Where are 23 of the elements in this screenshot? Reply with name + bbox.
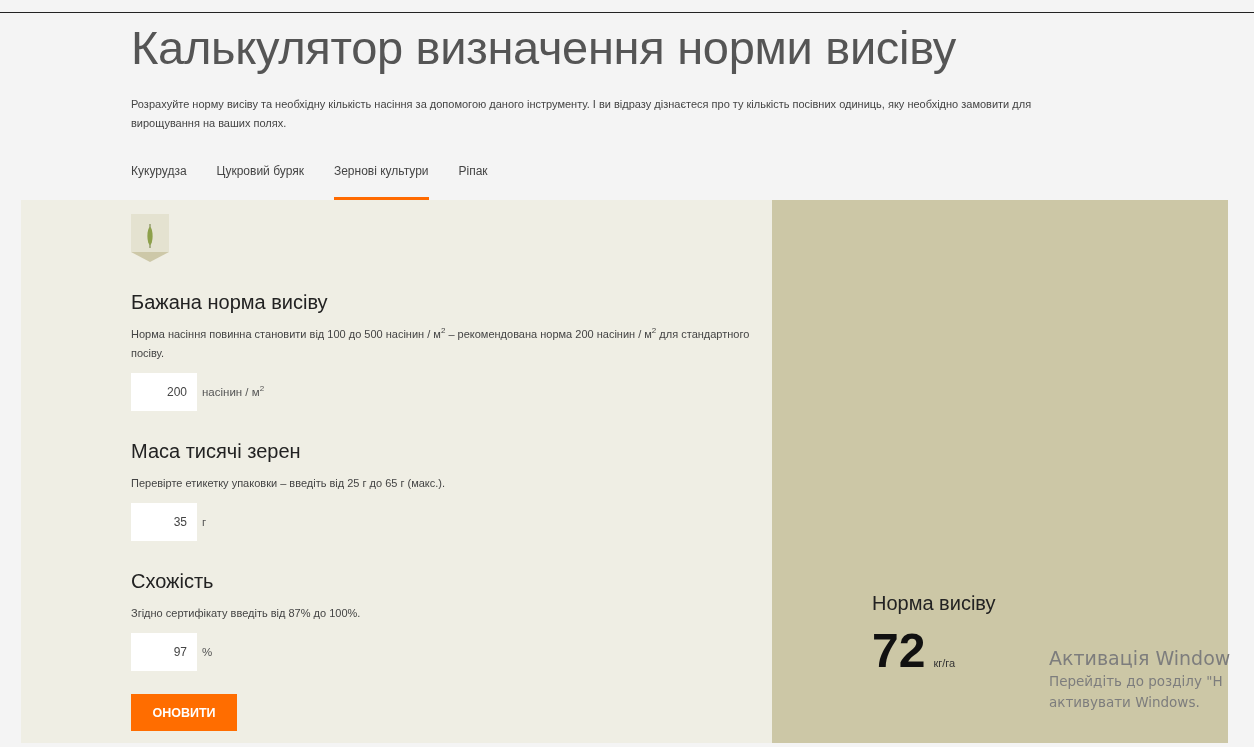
activation-text: активувати Windows.: [1049, 693, 1201, 712]
tab[interactable]: Ріпак: [458, 157, 488, 200]
field-hint: Перевірте етикетку упаковки – введіть від 25 г до 65 г (макс.).: [131, 476, 447, 491]
tab[interactable]: Цукровий буряк: [216, 157, 304, 200]
result-value: 72: [872, 625, 926, 677]
result-label: Норма висіву: [872, 592, 996, 615]
unit-label: насінин / м$^{2}$: [202, 386, 265, 398]
field-heading: Бажана норма висіву: [131, 290, 329, 314]
page-title: Калькулятор визначення норми висіву: [131, 23, 958, 73]
unit-label: %: [202, 646, 213, 658]
field-hint: Норма насіння повинна становити від 100 до 500 насінин / м$^{2}$ – рекомендована норма 200 насінин / м$^{2}$ для стандартного посіву.: [131, 325, 751, 361]
wheat-icon: [131, 214, 169, 264]
field-hint: Згідно сертифікату введіть від 87% до 100%.: [131, 606, 362, 621]
tab[interactable]: Кукурудза: [131, 157, 187, 200]
field-heading: Маса тисячі зерен: [131, 439, 302, 463]
input-field[interactable]: 97: [131, 633, 197, 671]
result-unit: кг/га: [933, 657, 956, 669]
field-heading: Схожість: [131, 569, 215, 593]
input-field[interactable]: 200: [131, 373, 197, 411]
intro-text: Розрахуйте норму висіву та необхідну кількість насіння за допомогою даного інструменту. І ви відразу дізнаєтеся про ту кількість посівних одиниць, яку необхідно замовити для вирощування на ваших полях.: [131, 97, 1033, 131]
input-field[interactable]: 35: [131, 503, 197, 541]
unit-label: г: [202, 516, 207, 528]
activation-text: Перейдіть до розділу "Н: [1049, 672, 1224, 691]
